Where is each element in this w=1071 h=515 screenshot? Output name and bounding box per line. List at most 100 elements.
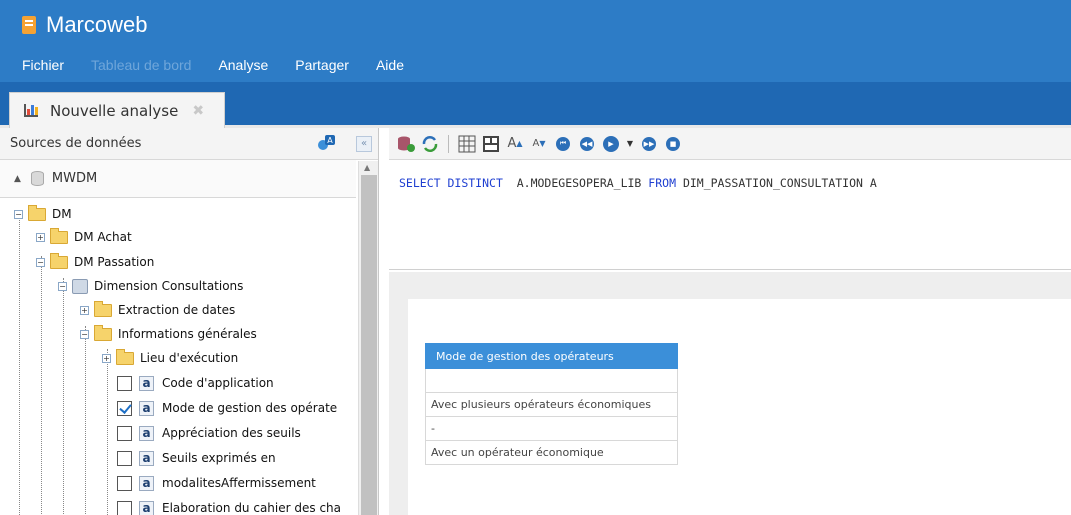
attribute-checkbox[interactable] — [117, 375, 132, 391]
folder-icon — [50, 227, 68, 244]
stop-icon[interactable]: ■ — [664, 135, 682, 153]
table-cell: Avec un opérateur économique — [425, 440, 678, 465]
table-cell — [425, 368, 678, 393]
sql-keyword-from: FROM — [648, 176, 676, 190]
attribute-checkbox[interactable] — [117, 475, 132, 491]
panel-title: Sources de données — [10, 136, 142, 151]
panel-header: Sources de données A « — [0, 128, 378, 160]
scrollbar-thumb[interactable] — [361, 175, 377, 515]
table-row — [425, 368, 678, 393]
attribute-checkbox[interactable] — [117, 425, 132, 441]
add-datasource-icon[interactable]: A — [316, 133, 336, 153]
database-icon — [30, 171, 44, 186]
folder-icon — [116, 348, 134, 365]
svg-text:A: A — [327, 136, 333, 145]
tree-node-label: DM Passation — [74, 255, 155, 269]
sql-keyword-distinct: DISTINCT — [447, 176, 503, 190]
data-sources-panel: Sources de données A « ▲ MWDM − DM + DM … — [0, 128, 379, 515]
attribute-label: modalitesAffermissement — [162, 476, 316, 490]
expand-icon[interactable]: + — [36, 232, 45, 242]
menu-partager[interactable]: Partager — [295, 57, 349, 73]
menu-tableau-de-bord: Tableau de bord — [91, 57, 192, 73]
tree-node-lieu-execution[interactable]: + Lieu d'exécution — [102, 347, 238, 369]
attribute-label: Code d'application — [162, 376, 274, 390]
tab-nouvelle-analyse[interactable]: Nouvelle analyse ✖ — [9, 92, 225, 128]
attribute-row[interactable]: a Mode de gestion des opérate — [117, 397, 337, 419]
tree-node-dimension-consultations[interactable]: − Dimension Consultations — [58, 275, 243, 297]
expand-icon[interactable]: + — [80, 305, 89, 315]
menu-aide[interactable]: Aide — [376, 57, 404, 73]
collapse-triangle-icon[interactable]: ▲ — [14, 174, 21, 184]
attribute-label: Mode de gestion des opérate — [162, 401, 338, 415]
attribute-checkbox[interactable] — [117, 450, 132, 466]
dropdown-arrow-icon[interactable]: ▼ — [626, 135, 634, 153]
table-cell: - — [425, 416, 678, 441]
table-row: Avec plusieurs opérateurs économiques — [425, 392, 678, 417]
tree-node-extraction-dates[interactable]: + Extraction de dates — [80, 299, 235, 321]
tab-strip: Nouvelle analyse ✖ — [0, 82, 1071, 128]
attribute-row[interactable]: a Appréciation des seuils — [117, 422, 301, 444]
tree-node-label: Dimension Consultations — [94, 279, 244, 293]
data-tree: − DM + DM Achat − DM Passation − Dimensi… — [0, 199, 358, 515]
attribute-icon: a — [139, 425, 154, 441]
first-page-icon[interactable]: ⏮ — [554, 135, 572, 153]
attribute-checkbox[interactable] — [117, 400, 132, 416]
collapse-icon[interactable]: − — [80, 329, 89, 339]
scroll-up-icon[interactable]: ▲ — [364, 163, 370, 172]
result-column-header[interactable]: Mode de gestion des opérateurs — [425, 343, 678, 369]
database-row[interactable]: ▲ MWDM — [0, 160, 356, 198]
table-row: - — [425, 416, 678, 441]
sql-editor[interactable]: SELECT DISTINCT A.MODEGESOPERA_LIB FROM … — [389, 160, 1071, 270]
sql-keyword-select: SELECT — [399, 176, 441, 190]
app-header: Marcoweb Fichier Tableau de bord Analyse… — [0, 0, 1071, 82]
tree-node-informations-generales[interactable]: − Informations générales — [80, 323, 257, 345]
font-increase-icon[interactable]: A ▲ — [506, 135, 524, 153]
bar-chart-icon — [24, 104, 38, 117]
results-area: Mode de gestion des opérateurs Avec plus… — [389, 272, 1071, 515]
attribute-row[interactable]: a Seuils exprimés en — [117, 447, 276, 469]
database-run-icon[interactable] — [397, 135, 415, 153]
attribute-row[interactable]: a modalitesAffermissement — [117, 472, 316, 494]
collapse-panel-button[interactable]: « — [356, 136, 372, 152]
toolbar: A ▲ A ▼ ⏮ ◀◀ ▶ ▼ ▶▶ ■ — [389, 128, 1071, 160]
orange-book-icon — [22, 16, 36, 34]
attribute-label: Appréciation des seuils — [162, 426, 301, 440]
app-title-text: Marcoweb — [46, 12, 148, 37]
tree-node-dm-achat[interactable]: + DM Achat — [36, 226, 132, 248]
attribute-row[interactable]: a Code d'application — [117, 372, 274, 394]
tree-node-label: Informations générales — [118, 327, 257, 341]
table-cell: Avec plusieurs opérateurs économiques — [425, 392, 678, 417]
tree-scrollbar[interactable]: ▲ — [358, 161, 378, 515]
play-icon[interactable]: ▶ — [602, 135, 620, 153]
expand-icon[interactable]: + — [102, 353, 111, 363]
tree-node-label: DM — [52, 207, 72, 221]
attribute-checkbox[interactable] — [117, 500, 132, 515]
attribute-label: Seuils exprimés en — [162, 451, 276, 465]
toolbar-separator — [448, 134, 449, 153]
analysis-panel: A ▲ A ▼ ⏮ ◀◀ ▶ ▼ ▶▶ ■ SELECT DISTINCT A.MO… — [389, 128, 1071, 515]
menu-fichier[interactable]: Fichier — [22, 57, 64, 73]
menu-analyse[interactable]: Analyse — [218, 57, 268, 73]
attribute-icon: a — [139, 450, 154, 466]
dimension-icon — [72, 278, 88, 294]
collapse-icon[interactable]: − — [36, 257, 45, 267]
collapse-icon[interactable]: − — [58, 281, 67, 291]
attribute-row[interactable]: a Elaboration du cahier des cha — [117, 497, 341, 515]
result-table: Mode de gestion des opérateurs Avec plus… — [425, 343, 678, 465]
tree-node-dm-passation[interactable]: − DM Passation — [36, 251, 154, 273]
folder-icon — [94, 324, 112, 341]
previous-page-icon[interactable]: ◀◀ — [578, 135, 596, 153]
attribute-icon: a — [139, 500, 154, 515]
close-icon[interactable]: ✖ — [192, 103, 204, 119]
font-decrease-icon[interactable]: A ▼ — [530, 135, 548, 153]
next-page-icon[interactable]: ▶▶ — [640, 135, 658, 153]
collapse-icon[interactable]: − — [14, 209, 23, 219]
sql-table: DIM_PASSATION_CONSULTATION A — [682, 176, 877, 190]
table-layout-icon[interactable] — [482, 135, 500, 153]
app-title: Marcoweb — [22, 12, 147, 38]
attribute-icon: a — [139, 375, 154, 391]
tree-node-label: Lieu d'exécution — [140, 351, 239, 365]
refresh-icon[interactable] — [421, 135, 439, 153]
tree-node-dm[interactable]: − DM — [14, 203, 72, 225]
grid-settings-icon[interactable] — [458, 135, 476, 153]
